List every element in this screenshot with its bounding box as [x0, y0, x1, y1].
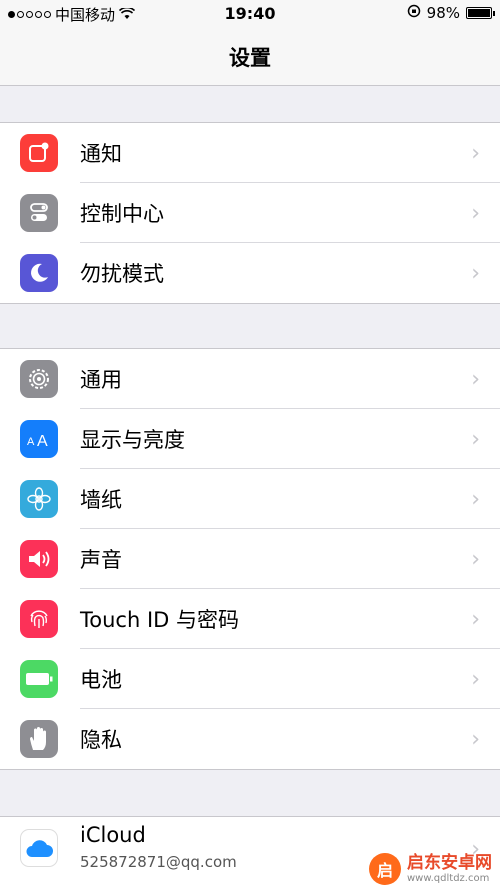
control-center-icon: [20, 194, 58, 232]
icloud-account: 525872871@qq.com: [80, 853, 237, 871]
settings-item-2[interactable]: A A 显示与亮度 ›: [0, 409, 500, 469]
chevron-right-icon: ›: [471, 366, 480, 392]
settings-item-label: 墙纸: [80, 488, 122, 512]
settings-item-1[interactable]: 通知 ›: [0, 123, 500, 183]
watermark: 启 启东安卓网 www.qdltdz.com: [369, 853, 492, 885]
chevron-right-icon: ›: [471, 666, 480, 692]
settings-item-3[interactable]: 勿扰模式 ›: [0, 243, 500, 303]
settings-group-1: 通知 › 控制中心 › 勿扰模式 ›: [0, 122, 500, 304]
watermark-name: 启东安卓网: [407, 853, 492, 874]
moon-icon: [20, 254, 58, 292]
notifications-icon: [20, 134, 58, 172]
settings-item-4[interactable]: 声音 ›: [0, 529, 500, 589]
status-right: 98%: [407, 4, 495, 22]
wallpaper-icon: [20, 480, 58, 518]
rotation-lock-icon: [407, 4, 421, 22]
settings-item-2[interactable]: 控制中心 ›: [0, 183, 500, 243]
settings-item-5[interactable]: Touch ID 与密码 ›: [0, 589, 500, 649]
chevron-right-icon: ›: [471, 426, 480, 452]
icloud-icon: [20, 829, 58, 867]
settings-item-label: 通知: [80, 142, 122, 166]
settings-item-label: 通用: [80, 368, 122, 392]
watermark-logo-icon: 启: [369, 853, 401, 885]
chevron-right-icon: ›: [471, 140, 480, 166]
speaker-icon: [20, 540, 58, 578]
watermark-url: www.qdltdz.com: [407, 872, 490, 884]
settings-item-1[interactable]: 通用 ›: [0, 349, 500, 409]
battery-icon: [466, 7, 495, 19]
battery-percent: 98%: [426, 4, 460, 22]
chevron-right-icon: ›: [471, 260, 480, 286]
settings-item-label: 勿扰模式: [80, 262, 164, 286]
settings-item-label: 电池: [80, 668, 122, 692]
settings-item-label: Touch ID 与密码: [80, 608, 239, 632]
gear-icon: [20, 360, 58, 398]
settings-item-label: 显示与亮度: [80, 428, 185, 452]
icloud-title: iCloud: [80, 823, 146, 847]
chevron-right-icon: ›: [471, 546, 480, 572]
settings-group-2: 通用 › A A 显示与亮度 › 墙纸 › 声音 › Touch ID 与密码 › 电池 › 隐私 ›: [0, 348, 500, 770]
chevron-right-icon: ›: [471, 200, 480, 226]
settings-item-label: 控制中心: [80, 202, 164, 226]
chevron-right-icon: ›: [471, 726, 480, 752]
display-icon: AA: [20, 420, 58, 458]
hand-icon: [20, 720, 58, 758]
nav-bar: 设置: [0, 28, 500, 86]
settings-item-label: 隐私: [80, 728, 122, 752]
settings-item-3[interactable]: 墙纸 ›: [0, 469, 500, 529]
svg-text:A: A: [37, 433, 48, 449]
fingerprint-icon: [20, 600, 58, 638]
settings-item-6[interactable]: 电池 ›: [0, 649, 500, 709]
svg-text:A: A: [27, 436, 35, 448]
page-title: 设置: [229, 45, 271, 70]
status-bar: 中国移动 19:40 98%: [0, 0, 500, 28]
chevron-right-icon: ›: [471, 606, 480, 632]
chevron-right-icon: ›: [471, 486, 480, 512]
battery-icon: [20, 660, 58, 698]
settings-item-label: 声音: [80, 548, 122, 572]
settings-item-7[interactable]: 隐私 ›: [0, 709, 500, 769]
